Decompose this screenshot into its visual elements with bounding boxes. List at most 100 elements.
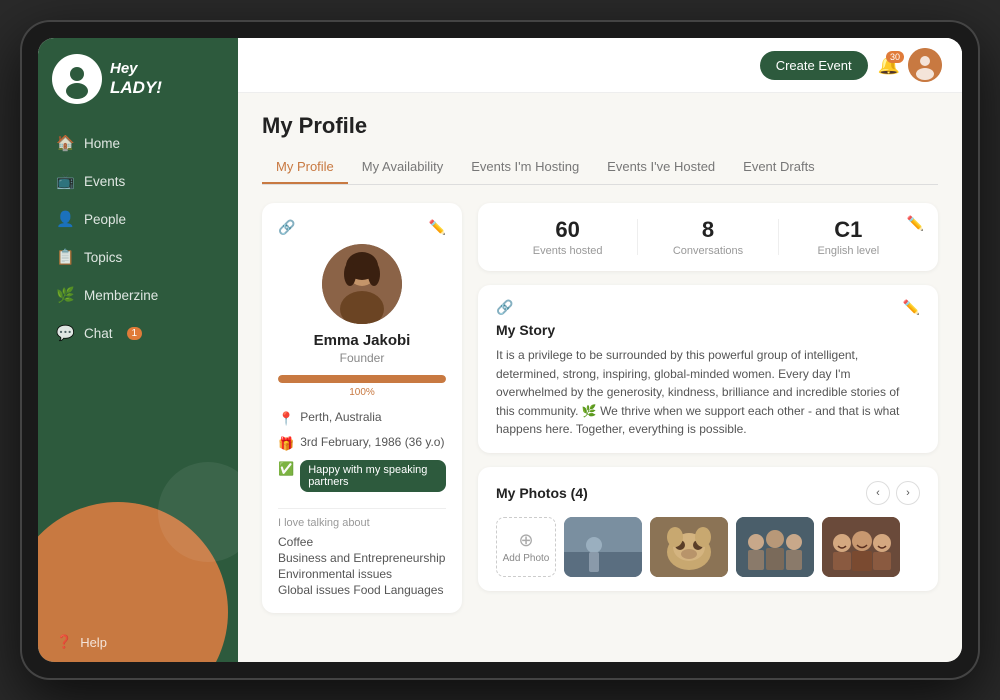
- sidebar-item-events[interactable]: 📺 Events: [38, 162, 238, 200]
- story-text: It is a privilege to be surrounded by th…: [496, 346, 920, 439]
- divider: [278, 508, 446, 509]
- check-circle-icon: ✅: [278, 461, 294, 477]
- top-bar: Create Event 🔔 30: [238, 38, 962, 93]
- sidebar-help[interactable]: ❓ Help: [38, 622, 238, 662]
- english-level: C1: [779, 217, 918, 243]
- sidebar-item-home[interactable]: 🏠 Home: [38, 124, 238, 162]
- stat-events-hosted: 60 Events hosted: [498, 217, 637, 257]
- story-card-top: 🔗 ✏️: [496, 299, 920, 316]
- help-label: Help: [80, 635, 107, 650]
- help-icon: ❓: [56, 634, 72, 650]
- sidebar-item-memberzine-label: Memberzine: [84, 288, 158, 303]
- photo-thumb-4[interactable]: [822, 517, 900, 577]
- add-photo-label: Add Photo: [503, 553, 550, 564]
- story-title: My Story: [496, 322, 920, 338]
- add-photo-icon: ⊕: [518, 530, 533, 551]
- chat-icon: 💬: [56, 324, 74, 342]
- interest-2: Environmental issues: [278, 567, 446, 581]
- profile-avatar: [322, 244, 402, 324]
- sidebar-item-events-label: Events: [84, 174, 125, 189]
- sidebar-logo: Hey LADY!: [38, 38, 238, 116]
- notification-badge: 30: [886, 51, 904, 63]
- story-edit-icon[interactable]: ✏️: [903, 299, 920, 316]
- photos-nav: ‹ ›: [866, 481, 920, 505]
- photo-thumb-1[interactable]: [564, 517, 642, 577]
- people-icon: 👤: [56, 210, 74, 228]
- sidebar-item-memberzine[interactable]: 🌿 Memberzine: [38, 276, 238, 314]
- speaking-badge: Happy with my speaking partners: [300, 460, 446, 492]
- interests-heading: I love talking about: [278, 517, 446, 529]
- sidebar-item-people[interactable]: 👤 People: [38, 200, 238, 238]
- profile-tabs: My Profile My Availability Events I'm Ho…: [262, 151, 938, 185]
- logo-text: Hey LADY!: [110, 60, 162, 98]
- tab-my-profile[interactable]: My Profile: [262, 151, 348, 184]
- profile-right: 60 Events hosted 8 Conversations: [478, 203, 938, 613]
- tab-my-availability[interactable]: My Availability: [348, 151, 457, 184]
- tab-events-hosted[interactable]: Events I've Hosted: [593, 151, 729, 184]
- location-row: 📍 Perth, Australia: [278, 410, 446, 427]
- photo-thumb-2[interactable]: [650, 517, 728, 577]
- conversations-count: 8: [638, 217, 777, 243]
- notification-icon[interactable]: 🔔 30: [878, 55, 900, 76]
- sidebar-item-people-label: People: [84, 212, 126, 227]
- stat-english: C1 English level: [779, 217, 918, 257]
- card-top-icons: 🔗 ✏️: [278, 219, 446, 236]
- events-icon: 📺: [56, 172, 74, 190]
- profile-name: Emma Jakobi: [314, 332, 411, 349]
- photos-header: My Photos (4) ‹ ›: [496, 481, 920, 505]
- story-link-icon[interactable]: 🔗: [496, 299, 513, 316]
- chat-badge: 1: [127, 327, 143, 340]
- profile-role: Founder: [340, 351, 385, 365]
- edit-icon[interactable]: ✏️: [429, 219, 446, 236]
- events-hosted-label: Events hosted: [498, 245, 637, 257]
- interest-3: Global issues Food Languages: [278, 583, 446, 597]
- stats-edit-icon[interactable]: ✏️: [907, 215, 924, 232]
- user-avatar-top[interactable]: [908, 48, 942, 82]
- memberzine-icon: 🌿: [56, 286, 74, 304]
- topics-icon: 📋: [56, 248, 74, 266]
- dob-row: 🎁 3rd February, 1986 (36 y.o): [278, 435, 446, 452]
- main-content: Create Event 🔔 30: [238, 38, 962, 662]
- sidebar-item-chat-label: Chat: [84, 326, 113, 341]
- location-text: Perth, Australia: [300, 410, 381, 424]
- sidebar-item-topics-label: Topics: [84, 250, 122, 265]
- photo-thumb-3[interactable]: [736, 517, 814, 577]
- photos-grid: ⊕ Add Photo: [496, 517, 920, 577]
- profile-grid: 🔗 ✏️: [262, 203, 938, 613]
- home-icon: 🏠: [56, 134, 74, 152]
- sidebar: Hey LADY! 🏠 Home 📺 Events 👤: [38, 38, 238, 662]
- photos-title: My Photos (4): [496, 485, 588, 501]
- progress-bar-fill: [278, 375, 446, 383]
- page-body: My Profile My Profile My Availability Ev…: [238, 93, 962, 662]
- conversations-label: Conversations: [638, 245, 777, 257]
- progress-label: 100%: [349, 387, 375, 398]
- photos-card: My Photos (4) ‹ › ⊕ Add Photo: [478, 467, 938, 591]
- progress-bar: [278, 375, 446, 383]
- stats-card: 60 Events hosted 8 Conversations: [478, 203, 938, 271]
- profile-left-card: 🔗 ✏️: [262, 203, 462, 613]
- english-label: English level: [779, 245, 918, 257]
- birthday-icon: 🎁: [278, 436, 294, 452]
- tab-event-drafts[interactable]: Event Drafts: [729, 151, 829, 184]
- sidebar-item-topics[interactable]: 📋 Topics: [38, 238, 238, 276]
- stat-conversations: 8 Conversations: [638, 217, 777, 257]
- sidebar-item-chat[interactable]: 💬 Chat 1: [38, 314, 238, 352]
- photos-next-button[interactable]: ›: [896, 481, 920, 505]
- logo-icon: [52, 54, 102, 104]
- story-card: 🔗 ✏️ My Story It is a privilege to be su…: [478, 285, 938, 453]
- create-event-button[interactable]: Create Event: [760, 51, 868, 80]
- speaking-row: ✅ Happy with my speaking partners: [278, 460, 446, 492]
- sidebar-item-home-label: Home: [84, 136, 120, 151]
- tab-events-hosting[interactable]: Events I'm Hosting: [457, 151, 593, 184]
- page-title: My Profile: [262, 113, 938, 139]
- interest-0: Coffee: [278, 535, 446, 549]
- link-icon[interactable]: 🔗: [278, 219, 295, 236]
- location-icon: 📍: [278, 411, 294, 427]
- photos-prev-button[interactable]: ‹: [866, 481, 890, 505]
- interest-1: Business and Entrepreneurship: [278, 551, 446, 565]
- top-bar-icons: 🔔 30: [878, 48, 942, 82]
- add-photo-button[interactable]: ⊕ Add Photo: [496, 517, 556, 577]
- dob-text: 3rd February, 1986 (36 y.o): [300, 435, 444, 449]
- events-hosted-count: 60: [498, 217, 637, 243]
- interests-list: Coffee Business and Entrepreneurship Env…: [278, 535, 446, 597]
